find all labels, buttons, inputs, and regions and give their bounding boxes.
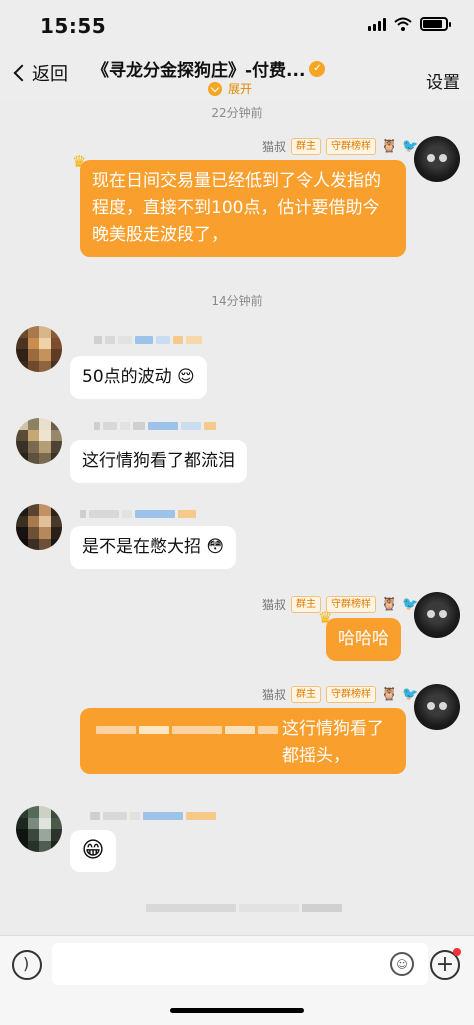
timestamp: 22分钟前 xyxy=(211,106,263,120)
bird-icon: 🐦 xyxy=(402,597,419,612)
sender-name: 猫叔 xyxy=(262,598,287,612)
verified-badge-icon: ✓ xyxy=(309,60,326,77)
rank-badge: 守群榜样 xyxy=(326,596,377,613)
message-bubble[interactable]: 这行情狗看了都流泪 xyxy=(70,440,247,483)
sender-name-obscured xyxy=(80,508,196,520)
message-text: 这行情狗看了都摇头， xyxy=(282,719,384,766)
status-bar: 15:55 xyxy=(0,0,474,50)
bird-icon: 🐦 xyxy=(402,139,419,154)
chevron-left-icon xyxy=(13,64,31,82)
emoji-icon[interactable]: ☺ xyxy=(390,952,414,976)
bird-icon: 🐦 xyxy=(402,687,419,702)
battery-icon xyxy=(420,17,451,31)
notification-dot xyxy=(453,948,461,956)
avatar[interactable] xyxy=(414,684,460,730)
owl-icon: 🦉 xyxy=(381,139,398,154)
status-icons xyxy=(368,17,451,31)
settings-button[interactable]: 设置 xyxy=(426,68,460,93)
role-badge: 群主 xyxy=(291,596,322,613)
timestamp: 14分钟前 xyxy=(211,294,263,308)
chat-title-text: 《寻龙分金探狗庄》-付费... xyxy=(92,61,306,81)
plus-icon[interactable]: + xyxy=(430,948,461,980)
sender-row: 猫叔 群主 守群榜样 🦉 🐦 xyxy=(262,138,418,155)
signal-icon xyxy=(368,17,386,31)
message-bubble[interactable]: 这行情狗看了都摇头， xyxy=(80,708,406,774)
input-bar: ☺ + xyxy=(0,935,474,1025)
message-bubble[interactable]: 现在日间交易量已经低到了令人发指的程度，直接不到100点，估计要借助今晚美股走波… xyxy=(80,160,406,257)
home-indicator xyxy=(170,1008,304,1013)
back-label: 返回 xyxy=(32,64,68,85)
avatar[interactable] xyxy=(16,806,62,852)
role-badge: 群主 xyxy=(291,686,322,703)
owl-icon: 🦉 xyxy=(381,687,398,702)
nav-bar: 返回 《寻龙分金探狗庄》-付费... ✓ 展开 设置 xyxy=(0,50,474,100)
voice-icon[interactable] xyxy=(12,950,42,980)
back-button[interactable]: 返回 xyxy=(10,60,68,86)
status-time: 15:55 xyxy=(40,14,107,38)
wifi-icon xyxy=(394,17,412,31)
message-bubble[interactable]: 50点的波动 😌 xyxy=(70,356,207,399)
obscured-text xyxy=(146,902,342,914)
rank-badge: 守群榜样 xyxy=(326,686,377,703)
owl-icon: 🦉 xyxy=(381,597,398,612)
sender-name-obscured xyxy=(94,420,216,432)
avatar[interactable] xyxy=(16,504,62,550)
expand-label: 展开 xyxy=(228,82,253,96)
chevron-down-icon xyxy=(208,81,222,96)
avatar[interactable] xyxy=(414,136,460,182)
rank-badge: 守群榜样 xyxy=(326,138,377,155)
sender-name-obscured xyxy=(90,810,216,822)
message-bubble[interactable]: 哈哈哈 xyxy=(326,618,401,661)
message-bubble[interactable]: 😁 xyxy=(70,830,116,872)
sender-name: 猫叔 xyxy=(262,140,287,154)
role-badge: 群主 xyxy=(291,138,322,155)
obscured-text xyxy=(96,724,278,736)
avatar[interactable] xyxy=(16,326,62,372)
sender-row: 猫叔 群主 守群榜样 🦉 🐦 xyxy=(262,596,418,613)
sender-name: 猫叔 xyxy=(262,688,287,702)
avatar[interactable] xyxy=(414,592,460,638)
message-bubble[interactable]: 是不是在憋大招 😳 xyxy=(70,526,237,569)
message-input[interactable] xyxy=(52,943,428,985)
chat-title[interactable]: 《寻龙分金探狗庄》-付费... ✓ xyxy=(92,56,392,81)
avatar[interactable] xyxy=(16,418,62,464)
expand-button[interactable]: 展开 xyxy=(208,80,252,97)
sender-name-obscured xyxy=(94,334,202,346)
sender-row: 猫叔 群主 守群榜样 🦉 🐦 xyxy=(262,686,418,703)
